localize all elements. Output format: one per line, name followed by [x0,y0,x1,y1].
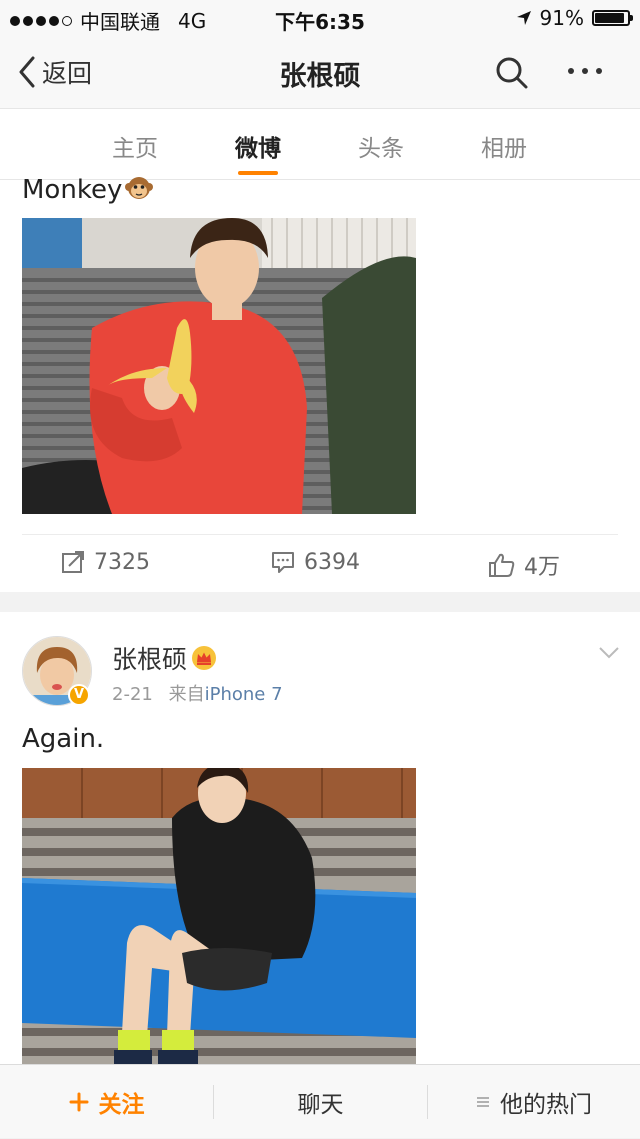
follow-label: 关注 [98,1092,145,1118]
nav-bar: 返回 张根硕 [0,36,640,108]
repost-button[interactable]: 7325 [60,549,150,575]
chat-button[interactable]: 聊天 [214,1065,427,1139]
post-text: Again. [22,724,105,754]
like-count: 4万 [524,555,560,580]
status-right: 91% [516,6,633,30]
repost-count: 7325 [94,549,150,575]
verified-badge-icon: V [68,684,90,706]
like-button[interactable]: 4万 [488,549,560,581]
author-name: 张根硕 [112,645,188,674]
post-meta: 2-21 来自iPhone 7 [112,680,283,706]
monkey-face-icon [125,177,154,199]
post-date: 2-21 [112,684,153,705]
photo-man-eating-banana [22,218,416,514]
post-text-content: Monkey [22,175,123,205]
post-image[interactable] [22,768,416,1068]
list-icon [477,1097,489,1107]
post-card: Monkey 7325 6394 4万 [0,175,640,593]
chevron-down-icon[interactable] [598,646,620,660]
tab-headlines[interactable]: 头条 [331,129,431,163]
hot-posts-label: 他的热门 [500,1092,592,1118]
more-icon[interactable] [568,68,602,74]
bottom-action-bar: 关注 聊天 他的热门 [0,1064,640,1138]
location-arrow-icon [516,11,531,25]
chat-label: 聊天 [297,1092,344,1118]
plus-icon [69,1092,88,1112]
post-source-link[interactable]: iPhone 7 [205,684,283,705]
thumbs-up-icon [489,553,515,577]
tab-weibo[interactable]: 微博 [208,129,308,163]
post-actions: 7325 6394 4万 [22,534,618,593]
comment-count: 6394 [304,549,360,575]
post-text: Monkey [22,174,154,205]
status-bar: 中国联通 4G 下午6:35 91% [0,0,640,36]
follow-button[interactable]: 关注 [0,1065,213,1139]
post-image[interactable] [22,218,416,514]
post-card: V 张根硕 2-21 来自iPhone 7 Again. [0,612,640,1082]
comment-button[interactable]: 6394 [270,549,360,575]
hot-posts-button[interactable]: 他的热门 [428,1065,640,1139]
comment-icon [272,552,294,573]
photo-man-sitting-on-mat [22,768,416,1068]
profile-tab-bar: 主页 微博 头条 相册 [0,108,640,180]
search-icon[interactable] [495,56,529,90]
page-title: 张根硕 [279,61,361,92]
battery-icon [592,10,633,26]
active-tab-indicator [238,171,278,175]
repost-icon [62,551,84,573]
tab-home[interactable]: 主页 [85,129,185,163]
tab-album[interactable]: 相册 [454,129,554,163]
source-prefix: 来自 [168,684,205,705]
post-author[interactable]: 张根硕 [112,640,217,676]
battery-percent: 91% [539,6,584,30]
crown-icon [192,646,217,670]
